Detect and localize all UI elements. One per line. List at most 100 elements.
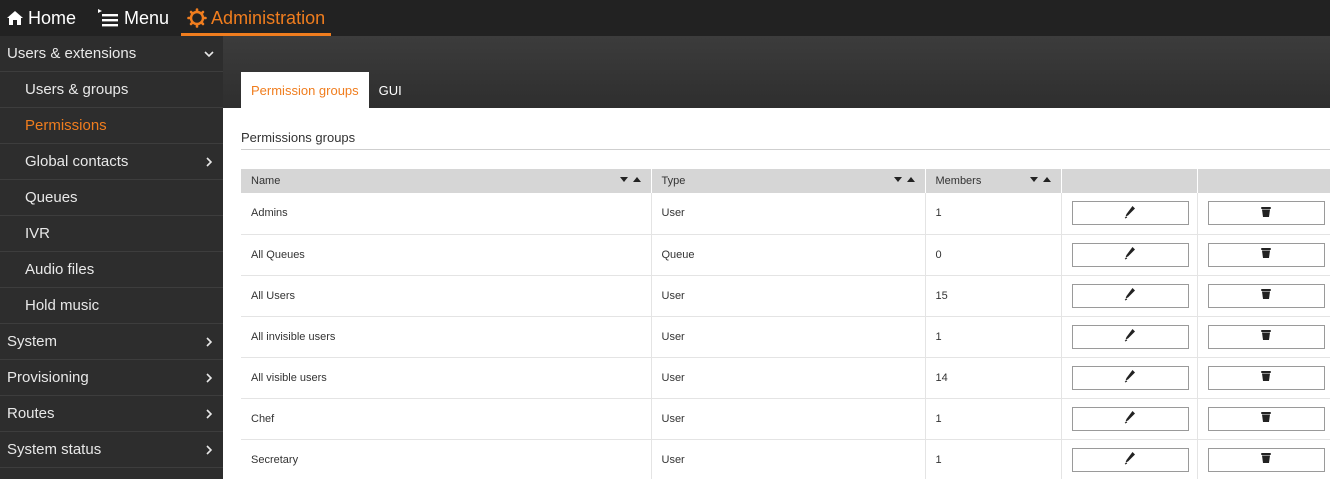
cell-type: User [651,439,926,479]
sidebar-item-audio-files[interactable]: Audio files [0,252,223,288]
tab-permission-groups[interactable]: Permission groups [241,72,369,108]
cell-name: All Queues [241,234,652,276]
table-row: Admins User 1 [241,193,1330,235]
cell-delete [1197,234,1330,276]
delete-button[interactable] [1207,201,1325,226]
trash-icon [1260,206,1272,221]
column-header-label: Type [661,175,686,187]
delete-button[interactable] [1207,242,1325,267]
column-header-name[interactable]: Name [241,169,652,193]
column-header-members[interactable]: Members [925,169,1062,193]
cell-members: 1 [925,193,1062,235]
pencil-icon [1124,205,1136,222]
table-row: All Users User 15 [241,275,1330,317]
sidebar-item-label: Global contacts [25,153,129,170]
sidebar-item-users-groups[interactable]: Users & groups [0,72,223,108]
cell-name: All invisible users [241,316,652,358]
top-navigation-bar: Home Menu Administration [0,0,1330,36]
permission-groups-table: Name Type Members Admins User 1 All Queues Q… [241,169,1330,479]
trash-icon [1260,370,1272,385]
cell-edit [1061,316,1198,358]
cell-delete [1197,439,1330,479]
edit-button[interactable] [1071,283,1189,308]
sidebar-item-system[interactable]: System [0,324,223,360]
chevron-right-icon [203,408,215,420]
delete-button[interactable] [1207,406,1325,431]
table-row: All visible users User 14 [241,357,1330,399]
section-divider [241,149,1330,150]
table-row: Chef User 1 [241,398,1330,440]
pencil-icon [1124,410,1136,427]
tab-gui[interactable]: GUI [369,72,412,108]
chevron-right-icon [203,444,215,456]
chevron-right-icon [203,156,215,168]
sidebar-item-label: Permissions [25,117,107,134]
edit-button[interactable] [1071,242,1189,267]
sidebar: Users & extensions Users & groups Permis… [0,36,223,479]
pencil-icon [1124,451,1136,468]
sidebar-item-queues[interactable]: Queues [0,180,223,216]
column-header-edit [1061,169,1198,193]
delete-button[interactable] [1207,324,1325,349]
sidebar-item-provisioning[interactable]: Provisioning [0,360,223,396]
edit-button[interactable] [1071,447,1189,472]
edit-button[interactable] [1071,406,1189,431]
trash-icon [1260,288,1272,303]
pencil-icon [1124,246,1136,263]
chevron-right-icon [203,336,215,348]
sidebar-item-label: Queues [25,189,78,206]
menu-nav[interactable]: Menu [92,0,175,36]
cell-type: User [651,275,926,317]
edit-button[interactable] [1071,365,1189,390]
chevron-down-icon [203,48,215,60]
sidebar-item-label: IVR [25,225,51,242]
trash-icon [1260,452,1272,467]
sidebar-item-permissions[interactable]: Permissions [0,108,223,144]
sort-arrows-icon[interactable] [893,177,915,182]
sidebar-item-label: System status [7,441,102,458]
cell-members: 1 [925,439,1062,479]
cell-name: All visible users [241,357,652,399]
edit-button[interactable] [1071,324,1189,349]
home-label: Home [28,7,77,28]
gear-icon [187,8,207,28]
cell-edit [1061,193,1198,235]
delete-button[interactable] [1207,447,1325,472]
trash-icon [1260,411,1272,426]
cell-edit [1061,275,1198,317]
trash-icon [1260,247,1272,262]
cell-members: 1 [925,398,1062,440]
home-nav[interactable]: Home [0,0,82,36]
cell-edit [1061,234,1198,276]
column-header-label: Name [251,175,281,187]
sidebar-item-label: Provisioning [7,369,89,386]
column-header-label: Members [935,175,982,187]
sort-arrows-icon[interactable] [619,177,641,182]
pencil-icon [1124,287,1136,304]
sidebar-item-users-extensions[interactable]: Users & extensions [0,36,223,72]
column-header-delete [1197,169,1330,193]
cell-edit [1061,357,1198,399]
sidebar-item-hold-music[interactable]: Hold music [0,288,223,324]
cell-name: Secretary [241,439,652,479]
sidebar-item-label: System [7,333,58,350]
column-header-type[interactable]: Type [651,169,926,193]
tab-bar: Permission groups GUI [241,72,412,108]
administration-nav[interactable]: Administration [181,0,332,36]
sidebar-item-system-status[interactable]: System status [0,432,223,468]
cell-name: Chef [241,398,652,440]
cell-delete [1197,193,1330,235]
table-header-row: Name Type Members [241,169,1330,193]
sort-arrows-icon[interactable] [1029,177,1051,182]
cell-type: User [651,193,926,235]
sidebar-item-routes[interactable]: Routes [0,396,223,432]
edit-button[interactable] [1071,201,1189,226]
administration-label: Administration [211,7,326,28]
sidebar-item-global-contacts[interactable]: Global contacts [0,144,223,180]
table-row: All Queues Queue 0 [241,234,1330,276]
section-title: Permissions groups [241,130,356,145]
delete-button[interactable] [1207,365,1325,390]
sidebar-item-ivr[interactable]: IVR [0,216,223,252]
cell-members: 14 [925,357,1062,399]
delete-button[interactable] [1207,283,1325,308]
